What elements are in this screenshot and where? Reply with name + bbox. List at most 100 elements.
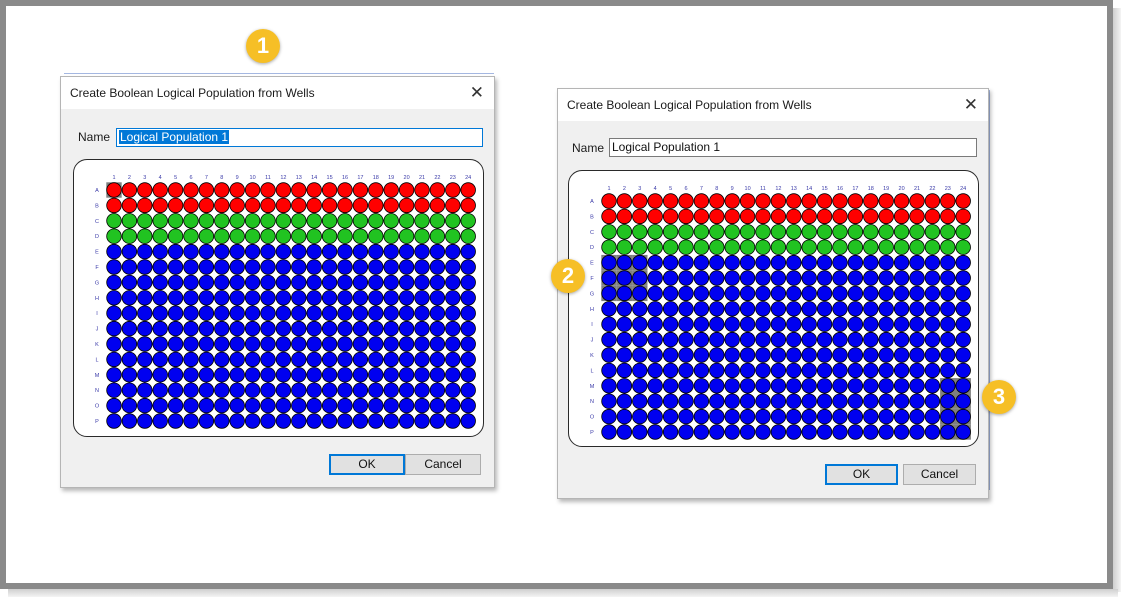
well-L5[interactable] [167, 351, 184, 368]
well-L14[interactable] [801, 362, 817, 379]
well-H2[interactable] [121, 290, 138, 306]
well-J3[interactable] [632, 331, 648, 348]
well-C7[interactable] [693, 224, 710, 240]
well-J22[interactable] [429, 320, 446, 337]
well-E2[interactable] [616, 254, 633, 271]
well-K18[interactable] [368, 336, 384, 352]
well-D13[interactable] [786, 239, 802, 255]
well-H20[interactable] [398, 290, 415, 306]
well-F12[interactable] [275, 259, 292, 275]
well-J24[interactable] [460, 320, 476, 337]
well-K8[interactable] [709, 347, 725, 363]
well-E7[interactable] [198, 243, 215, 260]
well-E18[interactable] [863, 254, 879, 271]
well-N12[interactable] [770, 393, 787, 409]
well-M16[interactable] [337, 367, 353, 383]
well-A19[interactable] [878, 193, 894, 209]
well-O16[interactable] [337, 397, 353, 414]
well-B22[interactable] [429, 197, 446, 214]
well-D14[interactable] [801, 239, 817, 255]
well-M10[interactable] [244, 367, 261, 383]
well-O10[interactable] [244, 397, 261, 414]
well-F3[interactable] [632, 270, 648, 286]
well-D6[interactable] [678, 239, 694, 255]
well-N13[interactable] [786, 393, 802, 409]
well-H4[interactable] [152, 290, 168, 306]
well-H11[interactable] [755, 301, 771, 317]
well-H8[interactable] [709, 301, 725, 317]
well-E21[interactable] [414, 243, 430, 260]
well-P16[interactable] [832, 424, 848, 440]
well-B4[interactable] [152, 197, 168, 214]
well-I19[interactable] [878, 316, 894, 332]
well-M4[interactable] [152, 367, 168, 383]
well-N6[interactable] [678, 393, 694, 409]
well-O23[interactable] [940, 408, 956, 425]
well-G11[interactable] [755, 285, 771, 302]
well-M1[interactable] [601, 378, 617, 394]
well-J2[interactable] [616, 331, 633, 348]
well-M22[interactable] [429, 367, 446, 383]
well-H7[interactable] [693, 301, 710, 317]
well-G5[interactable] [662, 285, 679, 302]
well-G23[interactable] [445, 274, 461, 291]
well-F1[interactable] [601, 270, 617, 286]
well-F24[interactable] [460, 259, 476, 275]
well-L13[interactable] [291, 351, 307, 368]
well-F11[interactable] [755, 270, 771, 286]
well-N19[interactable] [878, 393, 894, 409]
well-A6[interactable] [183, 182, 199, 198]
well-E5[interactable] [662, 254, 679, 271]
well-O20[interactable] [398, 397, 415, 414]
well-A14[interactable] [306, 182, 322, 198]
well-I11[interactable] [755, 316, 771, 332]
well-F2[interactable] [616, 270, 633, 286]
well-B20[interactable] [398, 197, 415, 214]
well-P14[interactable] [306, 413, 322, 429]
well-B3[interactable] [137, 197, 153, 214]
well-F9[interactable] [229, 259, 245, 275]
well-O11[interactable] [755, 408, 771, 425]
well-C22[interactable] [924, 224, 941, 240]
name-input[interactable]: Logical Population 1 [609, 138, 977, 157]
well-A18[interactable] [368, 182, 384, 198]
well-N2[interactable] [121, 382, 138, 398]
well-N11[interactable] [260, 382, 276, 398]
well-A9[interactable] [724, 193, 740, 209]
well-D23[interactable] [445, 228, 461, 244]
well-F5[interactable] [167, 259, 184, 275]
well-N8[interactable] [709, 393, 725, 409]
well-J14[interactable] [306, 320, 322, 337]
well-D1[interactable] [601, 239, 617, 255]
well-N20[interactable] [398, 382, 415, 398]
well-J22[interactable] [924, 331, 941, 348]
well-O1[interactable] [601, 408, 617, 425]
well-P18[interactable] [368, 413, 384, 429]
well-M3[interactable] [632, 378, 648, 394]
well-F20[interactable] [893, 270, 910, 286]
well-J15[interactable] [816, 331, 833, 348]
well-J3[interactable] [137, 320, 153, 337]
well-B15[interactable] [816, 208, 833, 225]
well-G17[interactable] [352, 274, 369, 291]
well-D19[interactable] [878, 239, 894, 255]
well-E6[interactable] [183, 243, 199, 260]
well-B17[interactable] [352, 197, 369, 214]
well-I20[interactable] [893, 316, 910, 332]
well-I21[interactable] [909, 316, 925, 332]
well-E19[interactable] [878, 254, 894, 271]
well-D5[interactable] [167, 228, 184, 244]
well-A17[interactable] [352, 182, 369, 198]
well-K11[interactable] [260, 336, 276, 352]
well-O11[interactable] [260, 397, 276, 414]
well-E4[interactable] [152, 243, 168, 260]
well-I17[interactable] [847, 316, 864, 332]
well-C3[interactable] [632, 224, 648, 240]
cancel-button[interactable]: Cancel [405, 454, 481, 475]
well-N9[interactable] [724, 393, 740, 409]
well-I16[interactable] [832, 316, 848, 332]
well-O21[interactable] [909, 408, 925, 425]
well-B18[interactable] [863, 208, 879, 225]
well-C17[interactable] [847, 224, 864, 240]
well-J6[interactable] [183, 320, 199, 337]
